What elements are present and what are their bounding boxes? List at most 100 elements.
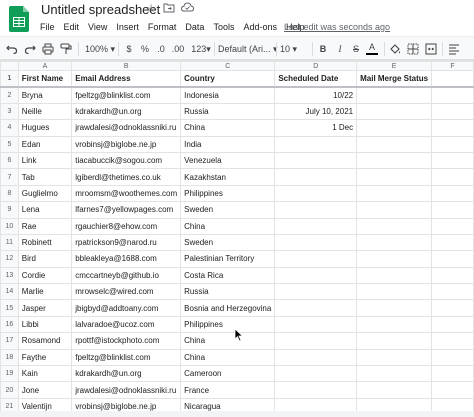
cell-country[interactable]: China [180, 119, 276, 137]
cell-first-name[interactable]: Lena [17, 201, 73, 219]
cell-mail-merge-status[interactable] [356, 266, 433, 285]
cell-country[interactable]: Costa Rica [180, 266, 276, 285]
column-header-b[interactable]: B [71, 61, 182, 71]
redo-icon[interactable] [24, 43, 36, 55]
percent-format-button[interactable]: % [140, 41, 150, 57]
cell-mail-merge-status[interactable] [356, 283, 433, 301]
row-number[interactable]: 9 [0, 201, 19, 219]
cell-country[interactable]: Sweden [180, 233, 276, 252]
cell-email[interactable]: fpeltzg@blinklist.com [71, 348, 182, 367]
cell-email[interactable]: rgauchier8@ehow.com [71, 217, 182, 235]
menu-format[interactable]: Format [148, 20, 177, 34]
cell-mail-merge-status[interactable] [356, 250, 433, 268]
cell-email[interactable]: cmccartneyb@github.io [71, 266, 182, 285]
star-icon[interactable]: ☆ [144, 2, 158, 16]
cell-scheduled-date[interactable] [274, 184, 358, 203]
cell-first-name[interactable]: Bryna [17, 86, 73, 104]
cell-f[interactable] [431, 86, 474, 104]
cell-first-name[interactable]: Neille [17, 102, 73, 121]
zoom-select[interactable]: 100% ▾ [84, 41, 116, 57]
menu-insert[interactable]: Insert [116, 20, 139, 34]
cell-scheduled-date[interactable] [274, 283, 358, 301]
cell-mail-merge-status[interactable] [356, 315, 433, 334]
cell-scheduled-date[interactable] [274, 217, 358, 235]
cell-mail-merge-status[interactable] [356, 299, 433, 317]
cell-f[interactable] [431, 217, 474, 235]
row-number[interactable]: 3 [0, 102, 19, 121]
row-number[interactable]: 5 [0, 135, 19, 153]
last-edit-link[interactable]: Last edit was seconds ago [284, 20, 390, 34]
column-header-d[interactable]: D [274, 61, 358, 71]
cell-f[interactable] [431, 299, 474, 317]
row-number[interactable]: 2 [0, 86, 19, 104]
cell-f[interactable] [431, 135, 474, 153]
cell-mail-merge-status[interactable] [356, 102, 433, 121]
cell-mail-merge-status[interactable] [356, 201, 433, 219]
cell-email[interactable]: jrawdalesi@odnoklassniki.ru [71, 381, 182, 399]
row-number[interactable]: 16 [0, 315, 19, 334]
cell-f[interactable] [431, 332, 474, 350]
cell-scheduled-date[interactable] [274, 201, 358, 219]
column-header-e[interactable]: E [356, 61, 433, 71]
horizontal-align-icon[interactable] [448, 43, 460, 55]
cell-email[interactable]: vrobinsj@biglobe.ne.jp [71, 135, 182, 153]
cell-scheduled-date[interactable] [274, 151, 358, 170]
cell-mail-merge-status[interactable] [356, 365, 433, 383]
cell-f[interactable] [431, 283, 474, 301]
cell-f[interactable] [431, 315, 474, 334]
cell-country[interactable]: Philippines [180, 184, 276, 203]
cell-scheduled-date[interactable] [274, 250, 358, 268]
cell-email[interactable]: lfarnes7@yellowpages.com [71, 201, 182, 219]
row-number[interactable]: 20 [0, 381, 19, 399]
cell-f[interactable] [431, 201, 474, 219]
font-family-select[interactable]: Default (Ari... ▾ [218, 41, 278, 57]
increase-decimal-button[interactable]: .00 [170, 41, 186, 57]
cell-scheduled-date[interactable]: 10/22 [274, 86, 358, 104]
cell-mail-merge-status[interactable] [356, 168, 433, 186]
row-number[interactable]: 12 [0, 250, 19, 268]
menu-addons[interactable]: Add-ons [243, 20, 277, 34]
cell-scheduled-date[interactable] [274, 168, 358, 186]
cell-scheduled-date[interactable] [274, 381, 358, 399]
header-cell-mail-merge-status[interactable]: Mail Merge Status [356, 69, 433, 88]
cell-mail-merge-status[interactable] [356, 135, 433, 153]
fill-color-icon[interactable] [389, 43, 401, 55]
cell-scheduled-date[interactable] [274, 135, 358, 153]
column-header-a[interactable]: A [17, 61, 73, 71]
cell-email[interactable]: rpottf@istockphoto.com [71, 332, 182, 350]
menu-view[interactable]: View [88, 20, 107, 34]
menu-tools[interactable]: Tools [213, 20, 234, 34]
cell-f[interactable] [431, 365, 474, 383]
row-number[interactable]: 1 [0, 69, 19, 88]
cell-mail-merge-status[interactable] [356, 381, 433, 399]
cell-first-name[interactable]: Marlie [17, 283, 73, 301]
row-number[interactable]: 13 [0, 266, 19, 285]
cell-email[interactable]: rpatrickson9@narod.ru [71, 233, 182, 252]
cell-f[interactable] [431, 168, 474, 186]
menu-data[interactable]: Data [185, 20, 204, 34]
cell-first-name[interactable]: Faythe [17, 348, 73, 367]
cell-scheduled-date[interactable] [274, 365, 358, 383]
row-number[interactable]: 15 [0, 299, 19, 317]
header-cell-scheduled-date[interactable]: Scheduled Date [274, 69, 358, 88]
print-icon[interactable] [42, 43, 54, 55]
cell-mail-merge-status[interactable] [356, 217, 433, 235]
cell-first-name[interactable]: Libbi [17, 315, 73, 334]
row-number[interactable]: 7 [0, 168, 19, 186]
folder-move-icon[interactable] [162, 2, 176, 16]
cell-country[interactable]: Sweden [180, 201, 276, 219]
cell-f[interactable] [431, 151, 474, 170]
cell-email[interactable]: jrawdalesi@odnoklassniki.ru [71, 119, 182, 137]
cell-email[interactable]: kdrakardh@un.org [71, 365, 182, 383]
borders-icon[interactable] [407, 43, 419, 55]
cell-mail-merge-status[interactable] [356, 119, 433, 137]
cell-country[interactable]: China [180, 348, 276, 367]
cell-first-name[interactable]: Rae [17, 217, 73, 235]
cell-f[interactable] [431, 102, 474, 121]
cell-country[interactable]: Venezuela [180, 151, 276, 170]
cell-email[interactable]: fpeltzg@blinklist.com [71, 86, 182, 104]
cell-email[interactable]: bbleakleya@1688.com [71, 250, 182, 268]
cell-scheduled-date[interactable] [274, 266, 358, 285]
cell-country[interactable]: Russia [180, 102, 276, 121]
cell-f[interactable] [431, 381, 474, 399]
